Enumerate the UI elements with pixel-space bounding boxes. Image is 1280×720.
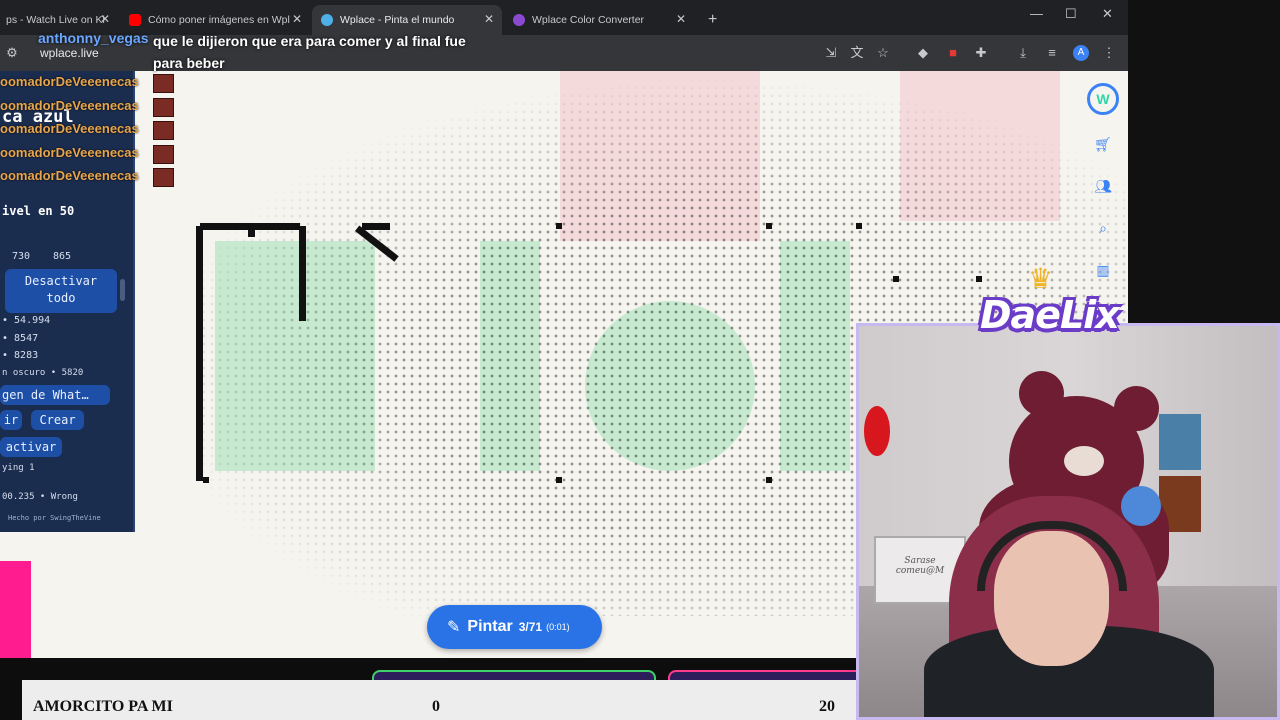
chat-emote (153, 74, 174, 93)
users-icon[interactable]: 👥︎ (1092, 175, 1114, 197)
close-tab-icon[interactable]: ✕ (676, 12, 686, 26)
minimize-button[interactable]: — (1030, 6, 1043, 21)
menu-kebab-icon[interactable]: ⋮ (1101, 45, 1117, 61)
close-tab-icon[interactable]: ✕ (292, 12, 302, 26)
anchor-pixel (893, 276, 899, 282)
goal-current: 0 (432, 698, 440, 715)
close-window-button[interactable]: ✕ (1102, 6, 1113, 22)
anchor-pixel (766, 477, 772, 483)
chat-emote (153, 145, 174, 164)
wplace-icon (321, 14, 333, 26)
tab-title: ps - Watch Live on Ki (6, 14, 105, 26)
media-icon[interactable]: ≡ (1044, 45, 1060, 61)
stat-line: • 8547 (2, 333, 39, 344)
painted-pixels (248, 223, 255, 237)
tab-title: Cómo poner imágenes en Wpl (148, 14, 290, 26)
goal-label: AMORCITO PA MI (33, 698, 173, 715)
screen: ps - Watch Live on Ki ✕ Cómo poner imáge… (0, 0, 1280, 720)
chat-emote (153, 98, 174, 117)
credit-text: Hecho por SwingTheVine (8, 514, 101, 522)
wplace-logo-icon[interactable]: W (1087, 83, 1119, 115)
stat-a: 730 (12, 251, 31, 262)
teddy-bear-ear (1114, 386, 1159, 431)
chat-latest-username: anthonny_vegas (38, 30, 149, 46)
stitch-plush (1121, 486, 1161, 526)
anchor-pixel (556, 223, 562, 229)
anchor-pixel (556, 477, 562, 483)
status-line: 00.235 • Wrong (2, 492, 78, 502)
teddy-bear-ear (1019, 371, 1064, 416)
translate-icon[interactable]: 文 (849, 45, 865, 61)
poster-image (1159, 414, 1201, 470)
stat-b: 865 (53, 251, 72, 262)
paint-label: Pintar (467, 618, 513, 635)
deactivate-all-button[interactable]: Desactivar todo (5, 269, 117, 313)
chat-username: oomadorDeVeeenecas (0, 121, 139, 136)
webcam-feed: Sarase comeu@M (856, 323, 1280, 720)
tab-color-converter[interactable]: Wplace Color Converter ✕ (504, 5, 694, 35)
converter-icon (513, 14, 525, 26)
stat-line: • 8283 (2, 350, 39, 361)
maximize-button[interactable]: ☐ (1065, 6, 1077, 22)
bookmark-star-icon[interactable]: ☆ (875, 45, 891, 61)
ir-button[interactable]: ir (0, 410, 22, 430)
anchor-pixel (766, 223, 772, 229)
image-template-button[interactable]: gen de What… (0, 385, 110, 405)
install-app-icon[interactable]: ⇲ (823, 45, 839, 61)
shop-cart-icon[interactable]: 🛒︎ (1092, 133, 1114, 155)
painted-pixels (299, 226, 306, 321)
new-tab-button[interactable]: + (696, 5, 729, 35)
side-decor (864, 406, 890, 456)
chat-username: oomadorDeVeeenecas (0, 74, 139, 89)
activar-button[interactable]: activar (0, 437, 62, 457)
panel-level: ivel en 50 (2, 204, 75, 218)
anchor-pixel (856, 223, 862, 229)
chat-username: oomadorDeVeeenecas (0, 168, 139, 183)
extension-red-icon[interactable]: ■ (945, 45, 961, 61)
close-tab-icon[interactable]: ✕ (484, 12, 494, 26)
status-line: ying 1 (2, 463, 35, 473)
goal-target: 20 (819, 698, 835, 715)
stat-line: n oscuro • 5820 (2, 368, 84, 378)
paint-count: 3/71 (518, 620, 543, 634)
tab-title: Wplace - Pinta el mundo (340, 14, 455, 26)
chat-emote (153, 121, 174, 140)
url-text[interactable]: wplace.live (40, 46, 99, 60)
crown-icon: ♛ (1028, 263, 1054, 294)
tab-title: Wplace Color Converter (532, 14, 645, 26)
chat-username: oomadorDeVeeenecas (0, 98, 139, 113)
chat-username: oomadorDeVeeenecas (0, 145, 139, 160)
teddy-bear-snout (1064, 446, 1104, 476)
paint-button[interactable]: ✎ Pintar 3/71 (0:01) (427, 605, 602, 649)
painted-pixels (196, 226, 203, 481)
youtube-icon (129, 14, 141, 26)
painted-pixels (362, 223, 390, 230)
stat-line: • 54.994 (2, 315, 51, 326)
paint-timer: (0:01) (546, 622, 570, 632)
chat-emote (153, 168, 174, 187)
search-location-icon[interactable]: ⌕ (1092, 217, 1114, 239)
streamer-logo: DaeLix (980, 293, 1120, 337)
pink-side-bar (0, 561, 31, 658)
download-icon[interactable]: ⤓ (1015, 45, 1031, 61)
overlay-panel: ca azul ivel en 50 730 865 Desactivar to… (0, 71, 135, 532)
anchor-pixel (976, 276, 982, 282)
close-tab-icon[interactable]: ✕ (100, 12, 110, 26)
site-settings-icon[interactable]: ⚙ (4, 45, 20, 61)
anchor-pixel (203, 477, 209, 483)
crear-button[interactable]: Crear (31, 410, 84, 430)
chat-latest-message: que le dijieron que era para comer y al … (153, 33, 466, 71)
profile-avatar[interactable]: A (1073, 45, 1089, 61)
pencil-icon: ✎ (447, 619, 461, 636)
leaderboard-icon[interactable]: ▥ (1092, 259, 1114, 281)
extension-icon[interactable]: ◆ (915, 45, 931, 61)
panel-scrollbar[interactable] (120, 279, 125, 301)
extensions-puzzle-icon[interactable]: ✚ (973, 45, 989, 61)
